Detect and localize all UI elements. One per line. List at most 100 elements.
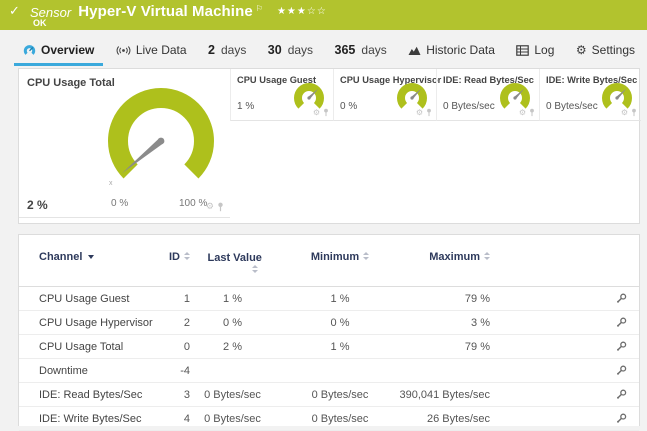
pin-icon[interactable] [217, 202, 224, 212]
gear-icon[interactable]: ⚙ [206, 202, 214, 212]
tab-number: 2 [208, 43, 215, 57]
gear-icon[interactable]: ⚙ [313, 108, 320, 117]
flag-icon[interactable]: ⚐ [256, 4, 263, 13]
tab-overview[interactable]: Overview [14, 38, 104, 66]
gauge-value: 0 Bytes/sec [443, 101, 495, 112]
tab-settings[interactable]: ⚙ Settings [567, 38, 644, 66]
pin-icon[interactable] [529, 108, 535, 117]
maximum-value: 3 % [471, 316, 490, 329]
last-value: 0 Bytes/sec [204, 412, 261, 425]
minimum-value: 1 % [330, 292, 350, 305]
tab-2-days[interactable]: 2 days [199, 38, 255, 66]
channel-name: IDE: Write Bytes/Sec [39, 412, 142, 425]
tab-label: Settings [591, 43, 635, 57]
channel-name: CPU Usage Hypervisor [39, 316, 153, 329]
last-value: 0 Bytes/sec [204, 388, 261, 401]
pin-icon[interactable] [631, 108, 637, 117]
channel-name: CPU Usage Total [39, 340, 124, 353]
tab-bar: Overview Live Data 2 days 30 days 365 da… [14, 38, 644, 66]
sensor-title-line: Sensor Hyper-V Virtual Machine ⚐ ★★★☆☆ [30, 3, 327, 20]
table-row: CPU Usage Total 0 2 % 1 % 79 % [19, 335, 639, 359]
last-value: 0 % [223, 316, 242, 329]
status-badge: OK [33, 18, 47, 28]
sort-icon [484, 252, 490, 263]
table-row: IDE: Write Bytes/Sec 4 0 Bytes/sec 0 Byt… [19, 407, 639, 431]
channel-settings-wrench-icon[interactable] [616, 341, 627, 352]
maximum-value: 390,041 Bytes/sec [399, 388, 490, 401]
tab-label: Live Data [135, 43, 187, 57]
channel-settings-wrench-icon[interactable] [616, 389, 627, 400]
live-signal-icon [116, 45, 131, 55]
tab-30-days[interactable]: 30 days [259, 38, 322, 66]
sort-icon [363, 252, 370, 263]
column-header-last-value[interactable]: Last Value [190, 251, 275, 273]
gauges-panel: CPU Usage Total x 2 % 0 % 100 % ⚙ CPU Us… [18, 68, 641, 224]
minimum-value: 0 Bytes/sec [311, 412, 369, 425]
tab-historic-data[interactable]: Historic Data [399, 38, 504, 66]
log-list-icon [516, 44, 530, 56]
tab-label: days [361, 43, 387, 57]
sort-icon [251, 265, 258, 273]
minimum-value: 0 Bytes/sec [311, 388, 369, 401]
gauge-tile-cpu-usage-total: CPU Usage Total x 2 % 0 % 100 % ⚙ [19, 69, 230, 218]
tab-number: 365 [334, 43, 356, 57]
minimum-value: 1 % [330, 340, 350, 353]
table-row: IDE: Read Bytes/Sec 3 0 Bytes/sec 0 Byte… [19, 383, 639, 407]
historic-chart-icon [408, 46, 421, 55]
channel-id: 1 [183, 292, 190, 305]
gauge-icon [23, 45, 36, 55]
main-gauge: x [108, 88, 214, 187]
column-header-minimum[interactable]: Minimum [275, 251, 405, 263]
channel-settings-wrench-icon[interactable] [616, 317, 627, 328]
gauge-value: 1 % [237, 101, 255, 112]
table-row: Downtime -4 [19, 359, 639, 383]
gauge-min-marker: x [109, 180, 113, 187]
gauge-scale-min: 0 % [111, 198, 129, 209]
table-row: CPU Usage Hypervisor 2 0 % 0 % 3 % [19, 311, 639, 335]
tile-actions: ⚙ [206, 202, 224, 212]
tile-actions: ⚙ [313, 108, 329, 117]
tile-actions: ⚙ [519, 108, 535, 117]
channel-id: 0 [183, 340, 190, 353]
tile-actions: ⚙ [416, 108, 432, 117]
tab-label: Historic Data [426, 43, 495, 57]
tab-label: days [220, 43, 247, 57]
tab-live-data[interactable]: Live Data [107, 38, 196, 66]
tab-365-days[interactable]: 365 days [326, 38, 396, 66]
maximum-value: 26 Bytes/sec [427, 412, 490, 425]
channel-id: 2 [183, 316, 190, 329]
column-header-maximum[interactable]: Maximum [405, 251, 490, 263]
tab-number: 30 [267, 43, 282, 57]
gauge-value: 0 % [340, 101, 358, 112]
channel-name: IDE: Read Bytes/Sec [39, 388, 143, 401]
channel-settings-wrench-icon[interactable] [616, 293, 627, 304]
gauge-tile-cpu-usage-guest: CPU Usage Guest 1 % ⚙ [230, 69, 333, 121]
pin-icon[interactable] [323, 108, 329, 117]
channel-name: Downtime [39, 364, 88, 377]
channel-id: 3 [183, 388, 190, 401]
pin-icon[interactable] [426, 108, 432, 117]
tab-label: days [287, 43, 314, 57]
gear-icon[interactable]: ⚙ [519, 108, 526, 117]
status-check-icon: ✓ [9, 4, 20, 19]
channels-table-panel: Channel ID Last Value Minimum Maximum CP… [18, 234, 640, 431]
last-value: 2 % [223, 340, 242, 353]
channel-settings-wrench-icon[interactable] [616, 413, 627, 424]
gauge-tile-ide-read: IDE: Read Bytes/Sec 0 Bytes/sec ⚙ [436, 69, 539, 121]
maximum-value: 79 % [464, 292, 490, 305]
sensor-title: Hyper-V Virtual Machine [78, 3, 253, 20]
tab-log[interactable]: Log [507, 38, 563, 66]
gauge-value: 2 % [27, 198, 48, 212]
channel-id: 4 [183, 412, 190, 425]
column-header-channel[interactable]: Channel [39, 251, 160, 263]
tab-label: Log [534, 43, 555, 57]
table-row: CPU Usage Guest 1 1 % 1 % 79 % [19, 287, 639, 311]
maximum-value: 79 % [464, 340, 490, 353]
gear-icon[interactable]: ⚙ [621, 108, 628, 117]
last-value: 1 % [223, 292, 242, 305]
column-header-id[interactable]: ID [160, 251, 190, 263]
channel-settings-wrench-icon[interactable] [616, 365, 627, 376]
gear-icon[interactable]: ⚙ [416, 108, 423, 117]
gauge-scale-max: 100 % [179, 198, 208, 209]
priority-stars[interactable]: ★★★☆☆ [277, 6, 327, 17]
